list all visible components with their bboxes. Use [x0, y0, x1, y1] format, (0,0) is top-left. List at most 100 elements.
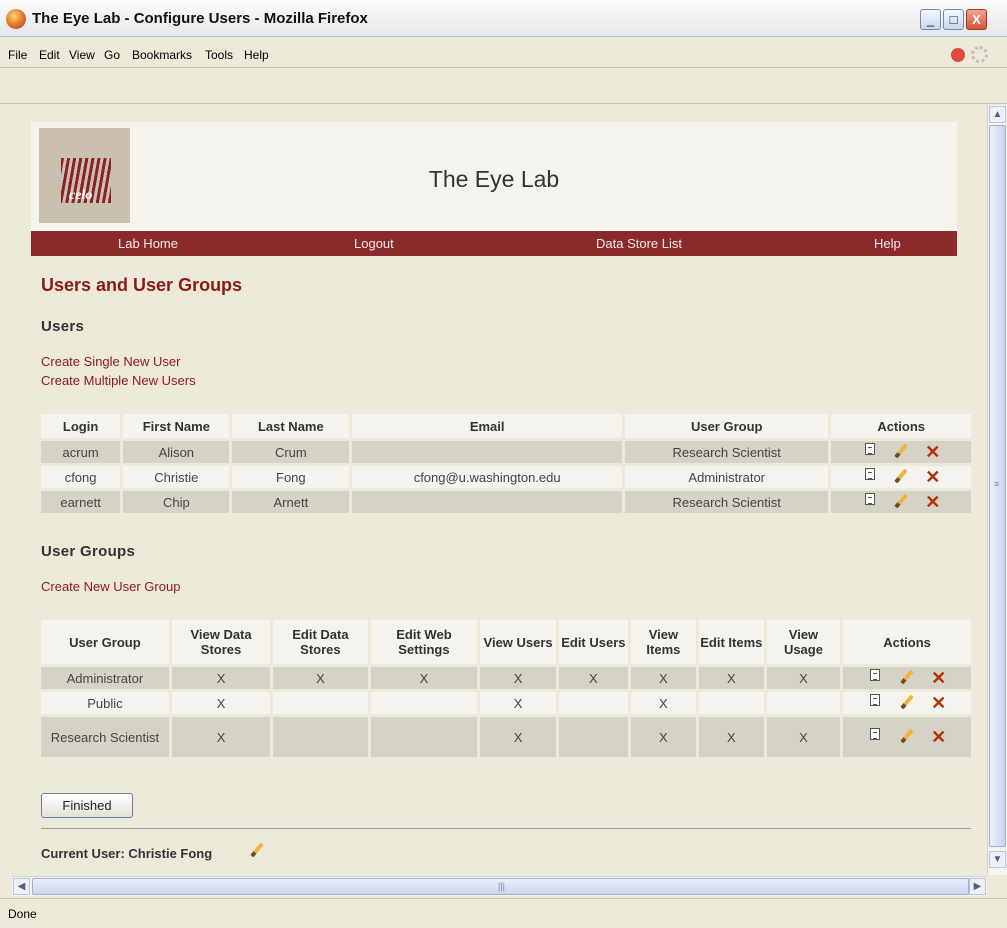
table-row: Research Scientist X X X X X ✕: [41, 717, 971, 757]
toolbar: [0, 67, 1007, 104]
view-details-icon[interactable]: [861, 443, 879, 461]
cell-perm: [766, 692, 841, 714]
user-groups-heading: User Groups: [41, 543, 136, 560]
cell-perm: [558, 692, 628, 714]
cell-login: earnett: [41, 491, 121, 513]
cell-last-name: Arnett: [232, 491, 350, 513]
cell-email: [352, 441, 623, 463]
scroll-left-icon[interactable]: ◀: [13, 878, 30, 895]
menu-help[interactable]: Help: [244, 48, 269, 62]
current-user-label: Current User: Christie Fong: [41, 846, 213, 861]
col-login: Login: [41, 414, 121, 438]
cell-first-name: Chip: [123, 491, 230, 513]
cell-login: acrum: [41, 441, 121, 463]
nav-bar: Lab Home Logout Data Store List Help: [31, 231, 957, 256]
horizontal-scroll-thumb[interactable]: |||: [32, 878, 969, 895]
cell-last-name: Fong: [232, 466, 350, 488]
cell-group-name: Research Scientist: [41, 717, 169, 757]
col-first-name: First Name: [123, 414, 230, 438]
edit-pencil-icon[interactable]: [892, 493, 910, 511]
delete-x-icon[interactable]: ✕: [930, 694, 948, 712]
delete-x-icon[interactable]: ✕: [924, 443, 942, 461]
edit-pencil-icon[interactable]: [892, 468, 910, 486]
cell-perm: X: [766, 717, 841, 757]
cell-email: [352, 491, 623, 513]
nav-lab-home[interactable]: Lab Home: [118, 236, 178, 251]
delete-x-icon[interactable]: ✕: [924, 468, 942, 486]
cell-perm: X: [480, 667, 556, 689]
cell-perm: X: [171, 692, 271, 714]
menu-file[interactable]: File: [8, 48, 27, 62]
view-details-icon[interactable]: [861, 468, 879, 486]
col-view-data-stores: View Data Stores: [171, 620, 271, 664]
delete-x-icon[interactable]: ✕: [930, 728, 948, 746]
maximize-button[interactable]: □: [943, 9, 964, 30]
nav-logout[interactable]: Logout: [354, 236, 394, 251]
cell-perm: X: [630, 692, 696, 714]
delete-x-icon[interactable]: ✕: [930, 669, 948, 687]
status-text: Done: [8, 907, 37, 921]
menu-go[interactable]: Go: [104, 48, 120, 62]
scroll-up-icon[interactable]: ▲: [989, 106, 1006, 123]
cell-actions: ✕: [831, 466, 971, 488]
nav-data-store-list[interactable]: Data Store List: [596, 236, 682, 251]
table-row: acrum Alison Crum Research Scientist ✕: [41, 441, 971, 463]
cell-first-name: Alison: [123, 441, 230, 463]
finished-button[interactable]: Finished: [41, 793, 133, 818]
cell-perm: [273, 717, 368, 757]
scroll-down-icon[interactable]: ▼: [989, 851, 1006, 868]
menu-bookmarks[interactable]: Bookmarks: [132, 48, 192, 62]
cell-actions: ✕: [831, 491, 971, 513]
horizontal-scrollbar[interactable]: ◀ ||| ▶: [12, 876, 987, 896]
col-edit-items: Edit Items: [698, 620, 764, 664]
cell-actions: ✕: [843, 692, 971, 714]
cell-perm: X: [370, 667, 478, 689]
view-details-icon[interactable]: [866, 728, 884, 746]
edit-current-user-pencil-icon[interactable]: [250, 842, 264, 861]
col-edit-users: Edit Users: [558, 620, 628, 664]
view-details-icon[interactable]: [866, 694, 884, 712]
cell-perm: X: [171, 667, 271, 689]
users-table: Login First Name Last Name Email User Gr…: [38, 411, 974, 516]
menu-view[interactable]: View: [69, 48, 95, 62]
cell-perm: X: [480, 692, 556, 714]
vertical-scroll-thumb[interactable]: ≡: [989, 125, 1006, 847]
cell-perm: [370, 692, 478, 714]
col-last-name: Last Name: [232, 414, 350, 438]
create-multiple-users-link[interactable]: Create Multiple New Users: [41, 373, 196, 388]
create-user-group-link[interactable]: Create New User Group: [41, 579, 180, 594]
cell-perm: X: [766, 667, 841, 689]
cell-perm: X: [558, 667, 628, 689]
menu-edit[interactable]: Edit: [39, 48, 60, 62]
cell-actions: ✕: [843, 717, 971, 757]
cell-user-group: Research Scientist: [625, 441, 829, 463]
col-edit-web-settings: Edit Web Settings: [370, 620, 478, 664]
col-actions: Actions: [831, 414, 971, 438]
edit-pencil-icon[interactable]: [898, 669, 916, 687]
edit-pencil-icon[interactable]: [898, 728, 916, 746]
col-view-items: View Items: [630, 620, 696, 664]
delete-x-icon[interactable]: ✕: [924, 493, 942, 511]
cell-user-group: Research Scientist: [625, 491, 829, 513]
minimize-button[interactable]: _: [920, 9, 941, 30]
cell-perm: [370, 717, 478, 757]
cell-perm: X: [630, 717, 696, 757]
cell-user-group: Administrator: [625, 466, 829, 488]
vertical-scrollbar[interactable]: ▲ ≡ ▼: [987, 105, 1007, 875]
col-view-usage: View Usage: [766, 620, 841, 664]
nav-help[interactable]: Help: [874, 236, 901, 251]
cell-first-name: Christie: [123, 466, 230, 488]
page-viewport: celo The Eye Lab Lab Home Logout Data St…: [12, 105, 987, 875]
cell-perm: X: [698, 667, 764, 689]
cell-group-name: Public: [41, 692, 169, 714]
edit-pencil-icon[interactable]: [892, 443, 910, 461]
view-details-icon[interactable]: [866, 669, 884, 687]
scroll-right-icon[interactable]: ▶: [969, 878, 986, 895]
create-single-user-link[interactable]: Create Single New User: [41, 354, 180, 369]
alert-icon[interactable]: [951, 48, 965, 62]
menu-tools[interactable]: Tools: [205, 48, 233, 62]
close-button[interactable]: X: [966, 9, 987, 30]
view-details-icon[interactable]: [861, 493, 879, 511]
edit-pencil-icon[interactable]: [898, 694, 916, 712]
col-edit-data-stores: Edit Data Stores: [273, 620, 368, 664]
